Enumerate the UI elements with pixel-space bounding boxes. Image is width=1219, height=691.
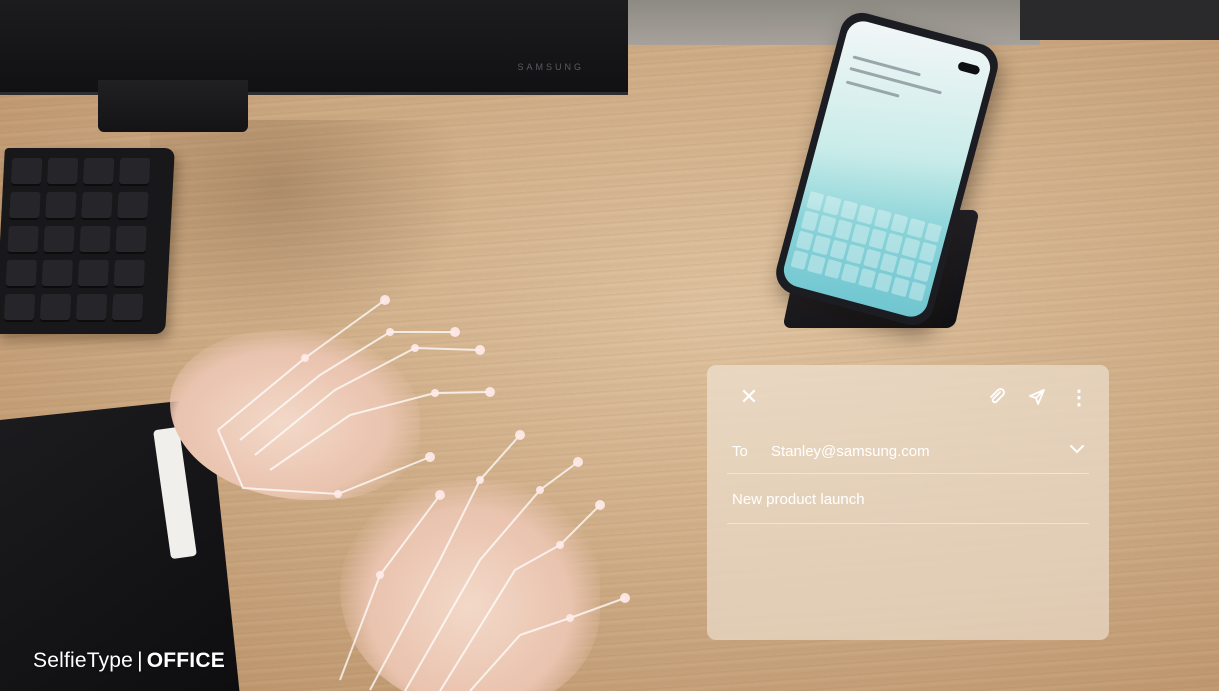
joint-dot <box>595 500 605 510</box>
email-compose-panel: ✕ ⋮ To Stanley@samsung.com New product l… <box>707 365 1109 640</box>
paperclip-icon-svg <box>990 388 1005 404</box>
more-vertical-icon[interactable]: ⋮ <box>1067 385 1091 409</box>
to-field[interactable]: To Stanley@samsung.com <box>727 435 1089 474</box>
send-icon[interactable] <box>1025 385 1049 409</box>
close-icon[interactable]: ✕ <box>737 384 761 409</box>
joint-dot <box>435 490 445 500</box>
right-finger-4 <box>469 597 626 691</box>
joint-dot <box>425 452 435 462</box>
right-finger-1 <box>369 434 521 691</box>
joint-dot <box>380 295 390 305</box>
caption-separator: | <box>137 649 143 672</box>
joint-dot <box>376 571 384 579</box>
left-finger-1 <box>217 299 386 431</box>
joint-dot <box>573 457 583 467</box>
caption-product: SelfieType <box>33 649 134 672</box>
chevron-down-icon[interactable] <box>1065 437 1089 461</box>
joint-dot <box>386 328 394 336</box>
joint-dot <box>334 490 342 498</box>
right-finger-3 <box>439 504 601 691</box>
joint-dot <box>556 541 564 549</box>
joint-dot <box>301 354 309 362</box>
recipient-email[interactable]: Stanley@samsung.com <box>771 443 930 460</box>
to-label: To <box>732 443 748 460</box>
joint-dot <box>620 593 630 603</box>
joint-dot <box>475 345 485 355</box>
left-palm-outline <box>217 429 431 496</box>
joint-dot <box>536 486 544 494</box>
caption-mode: OFFICE <box>146 649 225 672</box>
joint-dot <box>566 614 574 622</box>
chevron-down-icon-svg <box>1070 445 1084 454</box>
joint-dot <box>476 476 484 484</box>
desk-scene: SAMSUNG ✕ ⋮ To Stanley@samsung.com New p… <box>0 0 1219 691</box>
subject-text[interactable]: New product launch <box>732 491 865 508</box>
joint-dot <box>515 430 525 440</box>
joint-dot <box>450 327 460 337</box>
compose-toolbar: ✕ ⋮ <box>707 365 1109 429</box>
joint-dot <box>485 387 495 397</box>
joint-dot <box>431 389 439 397</box>
subject-field[interactable]: New product launch <box>727 485 1089 524</box>
joint-dot <box>411 344 419 352</box>
paperclip-icon[interactable] <box>985 385 1009 409</box>
left-finger-4 <box>269 391 491 471</box>
send-icon-svg <box>1029 389 1045 405</box>
video-caption: SelfieType | OFFICE <box>33 649 225 673</box>
